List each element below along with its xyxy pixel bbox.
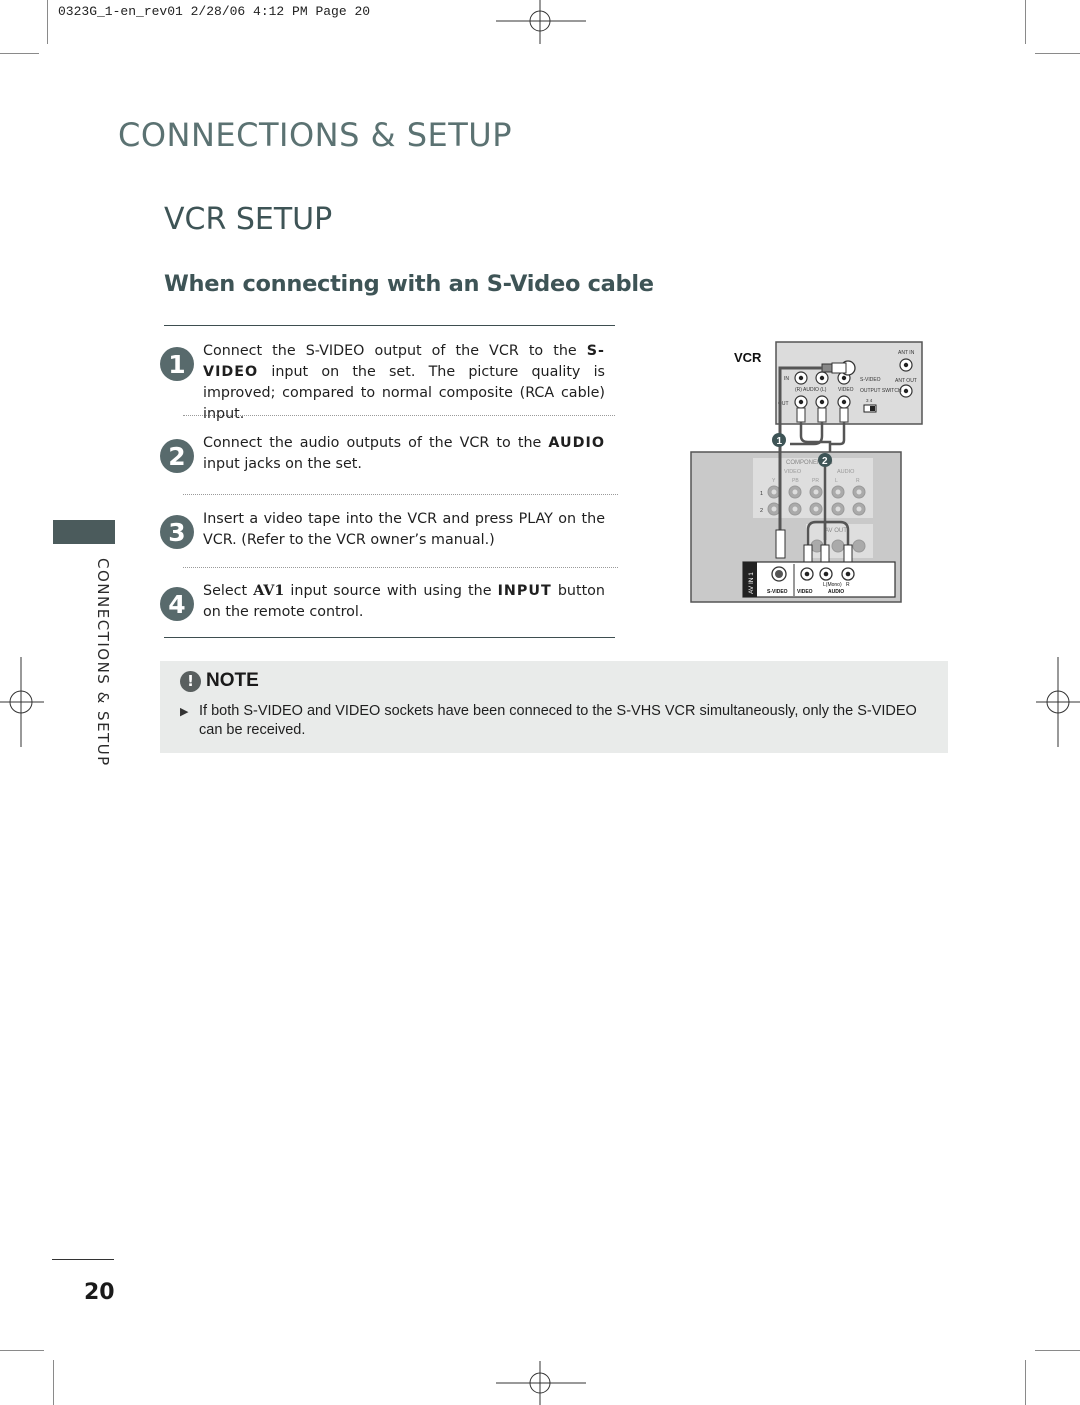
trim-mark bbox=[1035, 1350, 1080, 1351]
registration-mark-icon bbox=[1036, 657, 1080, 747]
step-number-badge: 3 bbox=[160, 515, 194, 549]
svg-text:L: L bbox=[835, 478, 838, 484]
svg-text:ANT OUT: ANT OUT bbox=[895, 378, 917, 384]
svg-text:PR: PR bbox=[812, 478, 819, 484]
divider bbox=[183, 494, 618, 495]
svg-text:R: R bbox=[846, 582, 850, 588]
print-header-slug: 0323G_1-en_rev01 2/28/06 4:12 PM Page 20 bbox=[58, 4, 371, 19]
vcr-connection-diagram: VCR ANT IN ANT OUT IN OUT (R) AUDIO (L) … bbox=[690, 340, 930, 605]
svg-text:1: 1 bbox=[760, 491, 763, 497]
note-box: ! NOTE ▶ If both S-VIDEO and VIDEO socke… bbox=[160, 661, 948, 753]
svg-text:L(Mono): L(Mono) bbox=[823, 582, 842, 588]
step-text: Select AV1 input source with using the I… bbox=[203, 583, 605, 620]
svg-text:S-VIDEO: S-VIDEO bbox=[767, 589, 788, 595]
trim-mark bbox=[1025, 0, 1026, 44]
svg-text:VIDEO: VIDEO bbox=[784, 469, 802, 475]
trim-mark bbox=[1035, 53, 1080, 54]
divider bbox=[183, 567, 618, 568]
chapter-title: CONNECTIONS & SETUP bbox=[118, 116, 512, 154]
svg-text:VIDEO: VIDEO bbox=[838, 387, 854, 393]
subsection-title: When connecting with an S-Video cable bbox=[164, 271, 654, 297]
svg-text:3 4: 3 4 bbox=[866, 398, 873, 403]
step-text: Connect the audio outputs of the VCR to … bbox=[203, 435, 605, 472]
page-number: 20 bbox=[84, 1280, 115, 1305]
chapter-side-label: CONNECTIONS & SETUP bbox=[94, 558, 112, 767]
step-number-badge: 1 bbox=[160, 347, 194, 381]
svg-text:AV OUT: AV OUT bbox=[825, 528, 847, 534]
divider-top bbox=[164, 325, 615, 326]
svg-text:ANT IN: ANT IN bbox=[898, 350, 915, 356]
svg-text:OUTPUT SWITCH: OUTPUT SWITCH bbox=[860, 388, 902, 394]
section-title: VCR SETUP bbox=[164, 202, 333, 237]
registration-mark-icon bbox=[0, 657, 44, 747]
step-number-badge: 4 bbox=[160, 587, 194, 621]
svg-text:PB: PB bbox=[792, 478, 799, 484]
trim-mark bbox=[47, 0, 48, 44]
trim-mark bbox=[0, 53, 39, 54]
svg-text:2: 2 bbox=[760, 508, 763, 514]
trim-mark bbox=[0, 1350, 44, 1351]
triangle-right-icon: ▶ bbox=[180, 705, 189, 718]
trim-mark bbox=[53, 1360, 54, 1405]
svg-text:R: R bbox=[856, 478, 860, 484]
svg-text:1: 1 bbox=[777, 436, 783, 447]
svg-text:AV IN 1: AV IN 1 bbox=[748, 572, 755, 594]
svg-text:AUDIO: AUDIO bbox=[828, 589, 844, 595]
step-text: Insert a video tape into the VCR and pre… bbox=[203, 511, 605, 548]
vcr-label: VCR bbox=[734, 350, 762, 365]
registration-mark-icon bbox=[496, 0, 586, 44]
step-text: Connect the S-VIDEO output of the VCR to… bbox=[203, 343, 605, 422]
svg-text:(R) AUDIO (L): (R) AUDIO (L) bbox=[795, 387, 827, 393]
registration-mark-icon bbox=[496, 1361, 586, 1405]
trim-mark bbox=[1025, 1360, 1026, 1405]
svg-text:IN: IN bbox=[784, 376, 789, 382]
chapter-side-tab bbox=[53, 520, 115, 544]
svg-text:VIDEO: VIDEO bbox=[797, 589, 813, 595]
step-number-badge: 2 bbox=[160, 439, 194, 473]
page-number-rule bbox=[52, 1259, 114, 1260]
svg-text:2: 2 bbox=[822, 456, 828, 467]
svg-text:S-VIDEO: S-VIDEO bbox=[860, 377, 881, 383]
note-text: If both S-VIDEO and VIDEO sockets have b… bbox=[199, 703, 917, 738]
exclamation-icon: ! bbox=[180, 671, 201, 692]
divider-bottom bbox=[164, 637, 615, 638]
svg-text:AUDIO: AUDIO bbox=[837, 469, 855, 475]
note-title: NOTE bbox=[206, 670, 259, 691]
